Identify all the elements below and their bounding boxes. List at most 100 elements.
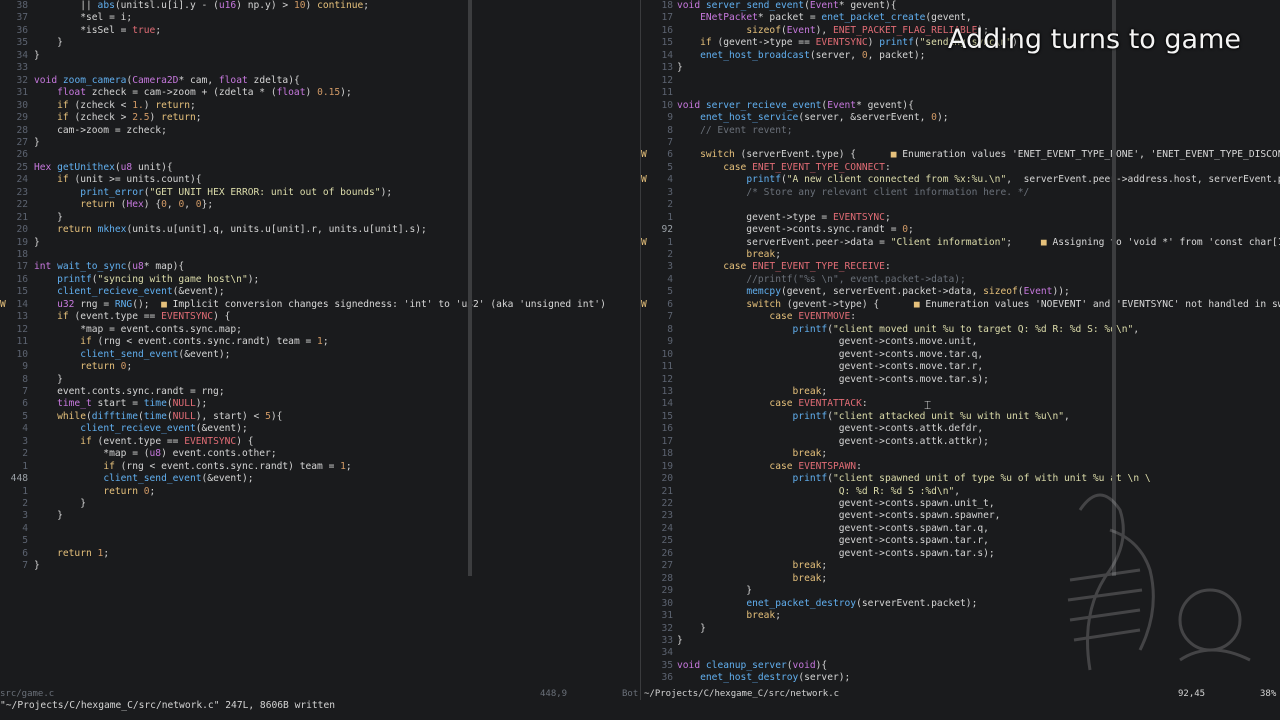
code-line[interactable]: 23 print_error("GET UNIT HEX ERROR: unit… [0, 187, 640, 200]
code-text: Q: %d R: %d S :%d\n", [677, 486, 960, 499]
code-line[interactable]: 11 gevent->conts.move.tar.r, [641, 361, 1280, 374]
line-number: 5 [22, 410, 28, 422]
code-token: , [1133, 323, 1140, 335]
code-line[interactable]: 4 [0, 523, 640, 536]
code-line[interactable]: 18 break; [641, 448, 1280, 461]
code-line[interactable]: 3 if (event.type == EVENTSYNC) { [0, 436, 640, 449]
code-line[interactable]: 9 enet_host_service(server, &serverEvent… [641, 112, 1280, 125]
code-line[interactable]: 10 client_send_event(&event); [0, 349, 640, 362]
code-line[interactable]: 8 // Event revent; [641, 125, 1280, 138]
code-line[interactable]: 4 client_recieve_event(&event); [0, 423, 640, 436]
code-line[interactable]: 13 break; [641, 386, 1280, 399]
code-line[interactable]: W 1 serverEvent.peer->data = "Client info… [641, 237, 1280, 250]
code-line[interactable]: 2 *map = (u8) event.conts.other; [0, 448, 640, 461]
code-line[interactable]: 35 } [0, 37, 640, 50]
code-line[interactable]: 20 return mkhex(units.u[unit].q, units.u… [0, 224, 640, 237]
code-line[interactable]: 16 printf("syncing with game host\n"); [0, 274, 640, 287]
code-line[interactable]: 25 Hex getUnithex(u8 unit){ [0, 162, 640, 175]
code-line[interactable]: 12 [641, 75, 1280, 88]
code-line[interactable]: 24 if (unit >= units.count){ [0, 174, 640, 187]
code-text: if (rng < event.conts.sync.randt) team =… [34, 461, 351, 474]
code-token: (server, &serverEvent, [798, 112, 932, 124]
code-token: gevent->conts.attk.attkr); [677, 435, 989, 447]
code-line[interactable]: 7} [0, 560, 640, 573]
code-line[interactable]: 3 case ENET_EVENT_TYPE_RECEIVE: [641, 261, 1280, 274]
code-line[interactable]: 5 memcpy(gevent, serverEvent.packet->dat… [641, 286, 1280, 299]
code-line[interactable]: 8 } [0, 374, 640, 387]
code-line[interactable]: 5 case ENET_EVENT_TYPE_CONNECT: [641, 162, 1280, 175]
code-line[interactable]: 11 [641, 87, 1280, 100]
code-line[interactable]: 7 [641, 137, 1280, 150]
code-line[interactable]: 18 void server_send_event(Event* gevent){ [641, 0, 1280, 13]
code-line[interactable]: 16 gevent->conts.attk.defdr, [641, 423, 1280, 436]
code-line[interactable]: 37 *sel = i; [0, 12, 640, 25]
code-line[interactable]: 5 [0, 535, 640, 548]
code-line[interactable]: W 6 switch (serverEvent.type) { ■ Enumera… [641, 149, 1280, 162]
code-line[interactable]: 32 void zoom_camera(Camera2D* cam, float … [0, 75, 640, 88]
code-line[interactable]: 10 void server_recieve_event(Event* geven… [641, 100, 1280, 113]
code-line[interactable]: 1 return 0; [0, 486, 640, 499]
code-line[interactable]: 33 [0, 62, 640, 75]
code-line[interactable]: 28 cam->zoom = zcheck; [0, 125, 640, 138]
code-line[interactable]: 18 [0, 249, 640, 262]
command-line[interactable]: "~/Projects/C/hexgame_C/src/network.c" 2… [0, 700, 1280, 720]
code-line[interactable]: 3 /* Store any relevant client informati… [641, 187, 1280, 200]
code-line[interactable]: 19} [0, 237, 640, 250]
code-line[interactable]: 22 return (Hex) {0, 0, 0}; [0, 199, 640, 212]
code-line[interactable]: 15 client_recieve_event(&event); [0, 286, 640, 299]
code-line[interactable]: 9 return 0; [0, 361, 640, 374]
code-line[interactable]: 7 case EVENTMOVE: [641, 311, 1280, 324]
code-line[interactable]: 13 if (event.type == EVENTSYNC) { [0, 311, 640, 324]
code-line[interactable]: 2 } [0, 498, 640, 511]
code-line[interactable]: 17 int wait_to_sync(u8* map){ [0, 261, 640, 274]
code-line[interactable]: 36 *isSel = true; [0, 25, 640, 38]
code-text: } [677, 635, 683, 648]
code-line[interactable]: W 4 printf("A new client connected from %… [641, 174, 1280, 187]
code-line[interactable]: 6 return 1; [0, 548, 640, 561]
code-line[interactable]: 17 gevent->conts.attk.attkr); [641, 436, 1280, 449]
code-line[interactable]: 38 || abs(unitsl.u[i].y - (u16) np.y) > … [0, 0, 640, 13]
line-number: 5 [22, 535, 28, 547]
code-token: (units.u[unit].q, units.u[unit].r, units… [126, 224, 427, 236]
code-token: switch [700, 149, 735, 161]
code-line[interactable]: 9 gevent->conts.move.unit, [641, 336, 1280, 349]
code-line[interactable]: 1 if (rng < event.conts.sync.randt) team… [0, 461, 640, 474]
code-line[interactable]: 6 time_t start = time(NULL); [0, 398, 640, 411]
code-line[interactable]: 2 break; [641, 249, 1280, 262]
code-token: return [103, 485, 138, 497]
code-line[interactable]: 92 gevent->conts.sync.randt = 0; [641, 224, 1280, 237]
code-line[interactable]: 3 } [0, 510, 640, 523]
code-line[interactable]: 7 event.conts.sync.randt = rng; [0, 386, 640, 399]
code-line[interactable]: 1 gevent->type = EVENTSYNC; [641, 212, 1280, 225]
line-number: 20 [16, 224, 28, 236]
code-line[interactable]: 13} [641, 62, 1280, 75]
code-line[interactable]: 8 printf("client moved unit %u to target… [641, 324, 1280, 337]
code-line[interactable]: 15 printf("client attacked unit %u with … [641, 411, 1280, 424]
code-token: sizeof [983, 286, 1018, 298]
code-line[interactable]: 12 gevent->conts.move.tar.s); [641, 374, 1280, 387]
code-line[interactable]: 448 client_send_event(&event); [0, 473, 640, 486]
code-line[interactable]: 10 gevent->conts.move.tar.q, [641, 349, 1280, 362]
code-text: gevent->conts.spawn.tar.s); [677, 548, 995, 561]
code-line[interactable]: 27} [0, 137, 640, 150]
code-line[interactable]: 29 if (zcheck > 2.5) return; [0, 112, 640, 125]
code-line[interactable]: 4 //printf("%s \n", event.packet->data); [641, 274, 1280, 287]
code-line[interactable]: 5 while(difftime(time(NULL), start) < 5)… [0, 411, 640, 424]
code-line[interactable]: 30 if (zcheck < 1.) return; [0, 100, 640, 113]
code-line[interactable]: 31 float zcheck = cam->zoom + (zdelta * … [0, 87, 640, 100]
editor-pane-left[interactable]: 38 || abs(unitsl.u[i].y - (u16) np.y) > … [0, 0, 640, 688]
code-token: gevent->conts.spawn.tar.s); [677, 547, 995, 559]
code-line[interactable]: 21 } [0, 212, 640, 225]
code-line[interactable]: 11 if (rng < event.conts.sync.randt) tea… [0, 336, 640, 349]
code-line[interactable]: 12 *map = event.conts.sync.map; [0, 324, 640, 337]
code-line[interactable]: 2 [641, 199, 1280, 212]
code-line[interactable]: W 14 u32 rng = RNG(); ■ Implicit conversi… [0, 299, 640, 312]
code-line[interactable]: W 6 switch (gevent->type) { ■ Enumeration… [641, 299, 1280, 312]
code-token: void [677, 0, 701, 11]
code-line[interactable]: 14 case EVENTATTACK: [641, 398, 1280, 411]
code-line[interactable]: 34} [0, 50, 640, 63]
code-line[interactable]: 26 [0, 149, 640, 162]
left-scrollbar[interactable] [468, 0, 472, 576]
